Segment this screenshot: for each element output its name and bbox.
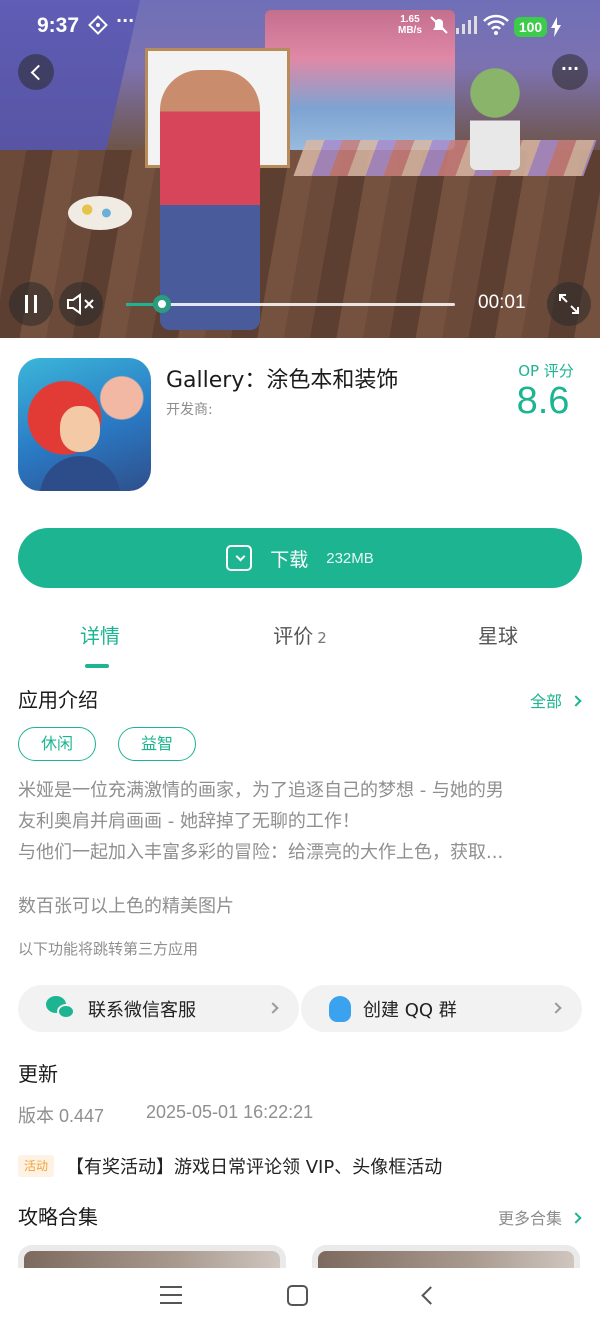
back-arrow-icon (30, 64, 47, 80)
video-progress-handle[interactable] (153, 295, 172, 313)
description-line: 米娅是一位充满激情的画家，为了追逐自己的梦想 - 与她的男 (18, 780, 504, 801)
mute-button[interactable] (59, 282, 103, 326)
system-nav-bar (0, 1268, 600, 1333)
download-icon (226, 545, 253, 571)
tab-active-indicator (85, 664, 109, 668)
fullscreen-button[interactable] (547, 282, 591, 326)
tab-bar: 详情 评价 2 星球 (0, 620, 600, 670)
app-description[interactable]: 米娅是一位充满激情的画家，为了追逐自己的梦想 - 与她的男 友利奥肩并肩画画 -… (18, 775, 584, 868)
video-scene-palette (68, 196, 132, 230)
bell-muted-icon (428, 14, 450, 40)
update-version: 版本 0.447 (18, 1106, 105, 1126)
download-label: 下载 (270, 548, 309, 571)
battery-level: 100 (514, 17, 547, 37)
back-button[interactable] (18, 54, 54, 90)
status-time: 9:37 (37, 14, 80, 37)
tab-reviews-count: 2 (317, 629, 327, 647)
charging-icon (550, 17, 562, 41)
app-icon-character-body (40, 456, 120, 491)
app-icon-character-face (60, 406, 100, 452)
intro-title: 应用介绍 (18, 688, 98, 712)
video-scene-plant (470, 60, 520, 170)
promo-badge: 活动 (18, 1155, 54, 1177)
description-line: 与他们一起加入丰富多彩的冒险：给漂亮的大作上色，获取... (18, 842, 504, 863)
qq-group-label: 创建 QQ 群 (363, 999, 457, 1021)
network-speed-unit: MB/s (398, 25, 422, 36)
video-current-time: 00:01 (478, 292, 526, 313)
fullscreen-icon (559, 294, 579, 314)
tag-puzzle[interactable]: 益智 (118, 727, 197, 761)
nav-back-icon[interactable] (421, 1286, 440, 1305)
network-speed-value: 1.65 (400, 14, 420, 25)
wechat-service-button[interactable]: 联系微信客服 (18, 985, 299, 1032)
status-bar: 9:37 ··· 1.65 MB/s 100 (0, 0, 600, 54)
tab-planet[interactable]: 星球 (398, 620, 598, 649)
speaker-muted-icon (67, 293, 94, 315)
tab-planet-label: 星球 (478, 624, 518, 648)
home-icon[interactable] (287, 1285, 308, 1306)
status-more-icon: ··· (116, 11, 135, 30)
app-icon (18, 358, 151, 491)
description-line: 友利奥肩并肩画画 - 她辞掉了无聊的工作！ (18, 811, 360, 832)
recent-apps-icon[interactable] (160, 1286, 182, 1304)
update-date: 2025-05-01 16:22:21 (146, 1102, 314, 1122)
chevron-right-icon (550, 1002, 562, 1014)
intro-all-link[interactable]: 全部 (529, 688, 582, 712)
download-button[interactable]: 下载 232MB (18, 528, 582, 588)
more-button[interactable]: ··· (552, 54, 588, 90)
guides-more-link[interactable]: 更多合集 (497, 1205, 582, 1229)
network-speed: 1.65 MB/s (398, 14, 422, 36)
chevron-right-icon (570, 1212, 582, 1224)
video-player[interactable]: 9:37 ··· 1.65 MB/s 100 ··· 00:01 (0, 0, 600, 338)
qq-icon (329, 995, 351, 1022)
promo-link[interactable]: 【有奖活动】游戏日常评论领 VIP、头像框活动 (66, 1153, 442, 1179)
video-controls: 00:01 (0, 280, 600, 330)
tab-reviews-label: 评价 (273, 624, 314, 648)
download-size: 232MB (326, 549, 374, 567)
wechat-service-label: 联系微信客服 (88, 999, 196, 1021)
tab-details-label: 详情 (80, 624, 120, 648)
wechat-icon (46, 995, 76, 1022)
pause-icon (25, 295, 37, 313)
video-progress-bar[interactable] (126, 295, 455, 313)
developer-label: 开发商: (166, 402, 213, 418)
score-label: OP 评分 (518, 362, 574, 380)
more-dots-icon: ··· (560, 59, 580, 78)
vpn-icon (88, 15, 108, 39)
qq-group-button[interactable]: 创建 QQ 群 (301, 985, 582, 1032)
third-party-note: 以下功能将跳转第三方应用 (18, 940, 199, 958)
signal-icon (454, 14, 478, 40)
app-title: Gallery：涂色本和装饰 (166, 368, 399, 393)
description-extra: 数百张可以上色的精美图片 (18, 896, 234, 917)
update-title: 更新 (18, 1062, 58, 1086)
chevron-right-icon (267, 1002, 279, 1014)
wifi-icon (483, 14, 509, 40)
chevron-right-icon (570, 695, 582, 707)
guides-title: 攻略合集 (18, 1205, 98, 1229)
tab-reviews[interactable]: 评价 2 (200, 620, 400, 649)
pause-button[interactable] (9, 282, 53, 326)
tab-details[interactable]: 详情 (0, 620, 200, 649)
score-value: 8.6 (516, 380, 570, 422)
guides-more-label: 更多合集 (497, 1209, 562, 1228)
video-scene-rug (293, 140, 597, 176)
tag-casual[interactable]: 休闲 (18, 727, 97, 761)
intro-all-label: 全部 (529, 692, 562, 711)
